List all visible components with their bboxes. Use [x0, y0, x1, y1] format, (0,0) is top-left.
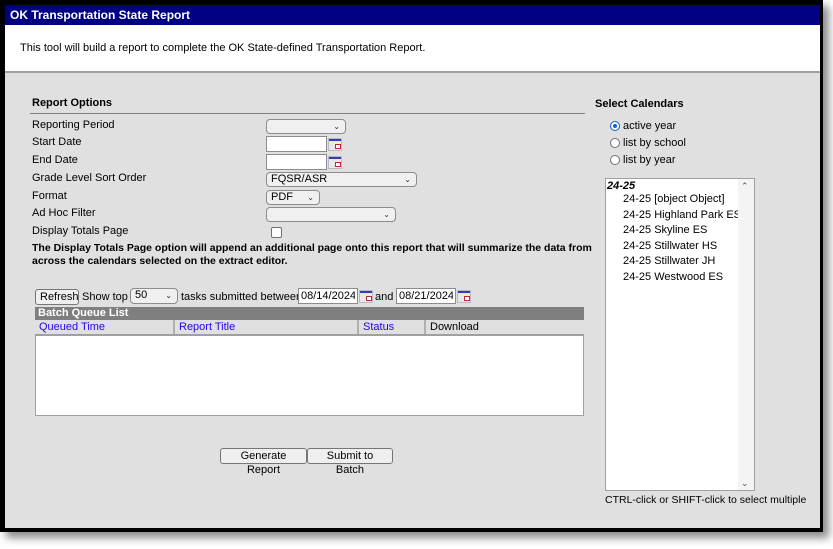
calendar-icon[interactable] [328, 156, 342, 169]
calendar-listbox-scrollbar[interactable]: ⌃ ⌄ [738, 179, 754, 490]
column-status[interactable]: Status [359, 320, 426, 334]
display-totals-page-checkbox[interactable] [271, 227, 282, 238]
radio-list-by-year-label[interactable]: list by year [623, 154, 676, 166]
batch-to-date-input[interactable] [396, 288, 456, 304]
intro-text: This tool will build a report to complet… [20, 42, 426, 54]
submit-to-batch-button[interactable]: Submit to Batch [307, 448, 393, 476]
ad-hoc-filter-select[interactable]: ⌄ [266, 207, 396, 222]
chevron-down-icon: ⌄ [404, 175, 411, 184]
start-date-label: Start Date [32, 136, 82, 148]
radio-list-by-school[interactable] [610, 138, 620, 148]
calendar-group-label: 24-25 [607, 180, 636, 192]
refresh-button[interactable]: Refresh [35, 289, 79, 305]
window-title: OK Transportation State Report [5, 5, 820, 25]
end-date-label: End Date [32, 154, 78, 166]
batch-queue-list-title: Batch Queue List [35, 307, 584, 320]
batch-queue-list [35, 336, 584, 416]
window-frame: OK Transportation State Report This tool… [0, 0, 823, 532]
radio-active-year[interactable] [610, 121, 620, 131]
reporting-period-select[interactable]: ⌄ [266, 119, 346, 134]
calendar-option[interactable]: 24-25 Skyline ES [623, 224, 707, 236]
calendar-icon[interactable] [457, 290, 471, 303]
calendar-option[interactable]: 24-25 Stillwater HS [623, 240, 717, 252]
radio-list-by-school-label[interactable]: list by school [623, 137, 686, 149]
calendar-option[interactable]: 24-25 [object Object] [623, 193, 725, 205]
show-top-value: 50 [135, 289, 148, 301]
and-label: and [375, 291, 394, 303]
radio-active-year-label[interactable]: active year [623, 120, 676, 132]
grade-level-sort-order-select[interactable]: FQSR/ASR ⌄ [266, 172, 417, 187]
multi-select-hint: CTRL-click or SHIFT-click to select mult… [605, 494, 807, 506]
chevron-down-icon: ⌄ [307, 193, 314, 202]
chevron-down-icon: ⌄ [165, 291, 172, 300]
calendar-icon[interactable] [359, 290, 373, 303]
calendar-option[interactable]: 24-25 Westwood ES [623, 271, 723, 283]
grade-level-sort-order-value: FQSR/ASR [271, 173, 328, 185]
display-totals-page-label: Display Totals Page [32, 225, 129, 237]
chevron-up-icon[interactable]: ⌃ [741, 181, 749, 192]
show-top-label: Show top [82, 291, 128, 303]
calendar-icon[interactable] [328, 138, 342, 151]
intro-panel: This tool will build a report to complet… [5, 25, 820, 73]
tasks-between-label: tasks submitted between [181, 291, 303, 303]
batch-from-date-input[interactable] [298, 288, 358, 304]
show-top-select[interactable]: 50 ⌄ [130, 288, 178, 304]
calendar-listbox[interactable]: 24-25 24-25 [object Object] 24-25 Highla… [605, 178, 755, 491]
reporting-period-label: Reporting Period [32, 119, 115, 131]
end-date-input[interactable] [266, 154, 327, 170]
radio-list-by-year[interactable] [610, 155, 620, 165]
ad-hoc-filter-label: Ad Hoc Filter [32, 207, 96, 219]
column-report-title[interactable]: Report Title [175, 320, 359, 334]
format-value: PDF [271, 191, 293, 203]
column-download: Download [430, 321, 479, 333]
calendar-option[interactable]: 24-25 Stillwater JH [623, 255, 715, 267]
report-options-title: Report Options [32, 97, 113, 109]
chevron-down-icon[interactable]: ⌄ [741, 478, 749, 489]
format-select[interactable]: PDF ⌄ [266, 190, 320, 205]
column-queued-time[interactable]: Queued Time [35, 320, 175, 334]
batch-queue-columns: Queued Time Report Title Status Download [35, 320, 584, 336]
chevron-down-icon: ⌄ [333, 122, 340, 131]
start-date-input[interactable] [266, 136, 327, 152]
calendar-option[interactable]: 24-25 Highland Park ES [623, 209, 741, 221]
report-options-divider [30, 113, 585, 114]
chevron-down-icon: ⌄ [383, 210, 390, 219]
report-window: OK Transportation State Report This tool… [5, 5, 820, 528]
display-totals-note: The Display Totals Page option will appe… [32, 242, 592, 267]
grade-level-sort-order-label: Grade Level Sort Order [32, 172, 147, 184]
format-label: Format [32, 190, 67, 202]
select-calendars-title: Select Calendars [595, 98, 684, 110]
generate-report-button[interactable]: Generate Report [220, 448, 307, 476]
